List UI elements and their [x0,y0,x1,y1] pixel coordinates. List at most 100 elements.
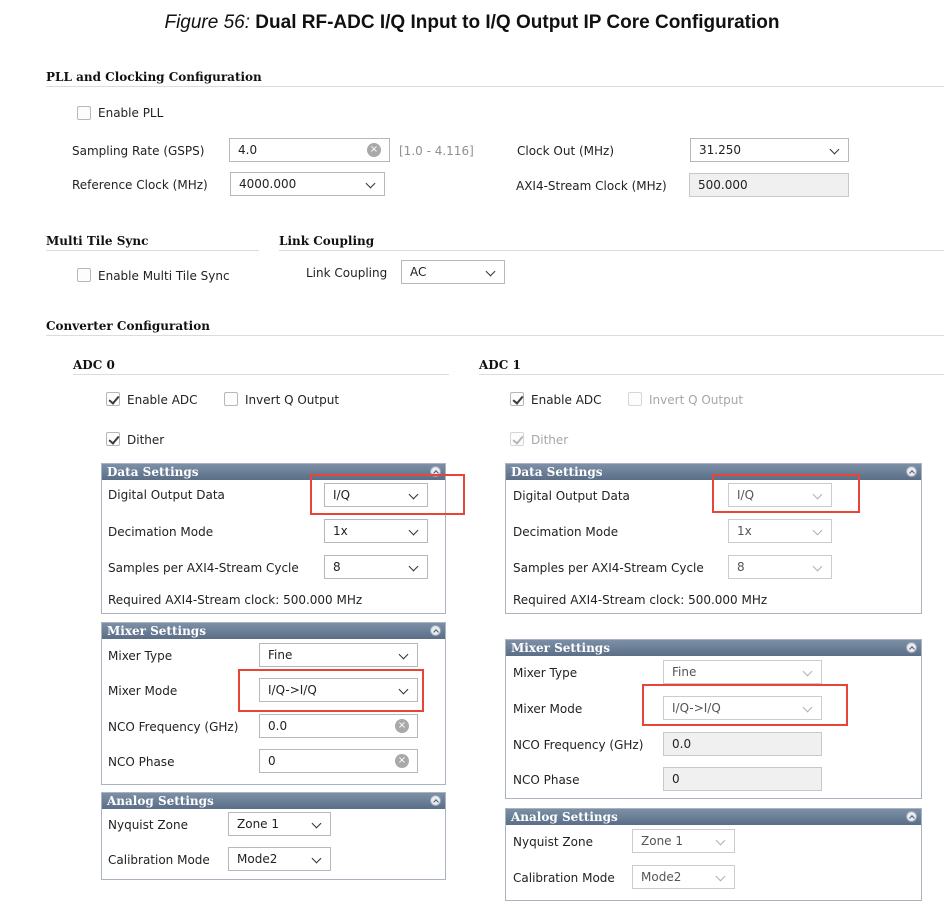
adc1-enable-checkbox[interactable] [510,392,524,406]
chevron-down-icon [398,649,409,660]
adc1-mixer-settings-header[interactable]: Mixer Settings [506,640,921,656]
chevron-down-icon [408,525,419,536]
adc1-samples-label: Samples per AXI4-Stream Cycle [513,561,704,575]
adc0-enable-label: Enable ADC [127,393,198,407]
adc1-data-settings-title: Data Settings [511,465,603,479]
adc1-nco-freq-value: 0.0 [672,737,692,751]
adc0-mixer-settings-header[interactable]: Mixer Settings [102,623,445,639]
mts-section-title: Multi Tile Sync [46,234,149,248]
adc0-required-clock: Required AXI4-Stream clock: 500.000 MHz [108,593,363,607]
sampling-rate-input[interactable]: 4.0 × [229,138,390,162]
collapse-icon[interactable] [430,795,441,806]
adc0-dither-checkbox[interactable] [106,432,120,446]
clear-icon[interactable]: × [395,719,409,733]
adc1-mixer-type-value: Fine [672,665,697,679]
sampling-rate-value: 4.0 [238,143,258,157]
chevron-down-icon [311,818,322,829]
adc0-calib-select[interactable]: Mode2 [228,847,331,871]
chevron-down-icon [365,178,376,189]
link-coupling-select[interactable]: AC [401,260,505,284]
adc0-mixer-type-select[interactable]: Fine [259,643,418,667]
ref-clock-value: 4000.000 [239,177,297,191]
converter-section-title: Converter Configuration [46,319,210,333]
adc0-output-label: Digital Output Data [108,488,225,502]
adc0-decimation-value: 1x [333,524,348,538]
adc0-nco-freq-input[interactable]: 0.0 × [259,714,418,738]
link-coupling-label: Link Coupling [306,266,388,280]
adc0-samples-select[interactable]: 8 [324,555,428,579]
collapse-icon[interactable] [906,642,917,653]
adc1-nyquist-value: Zone 1 [641,834,683,848]
adc0-title: ADC 0 [73,358,115,372]
adc1-nyquist-label: Nyquist Zone [513,835,593,849]
adc1-invert-checkbox[interactable] [628,392,642,406]
chevron-down-icon [485,266,496,277]
adc0-nco-phase-input[interactable]: 0 × [259,749,418,773]
sampling-rate-label: Sampling Rate (GSPS) [72,144,205,158]
adc0-analog-settings-header[interactable]: Analog Settings [102,793,445,809]
adc0-nco-phase-label: NCO Phase [108,755,175,769]
adc0-samples-label: Samples per AXI4-Stream Cycle [108,561,299,575]
adc1-nco-phase-value: 0 [672,772,680,786]
adc1-nyquist-select[interactable]: Zone 1 [632,829,735,853]
adc0-nyquist-value: Zone 1 [237,817,279,831]
enable-pll-label: Enable PLL [98,106,164,120]
axi-clock-field: 500.000 [689,173,849,197]
ref-clock-select[interactable]: 4000.000 [230,172,385,196]
figure-title: Dual RF-ADC I/Q Input to I/Q Output IP C… [255,12,780,33]
adc1-decimation-select[interactable]: 1x [728,519,832,543]
adc0-enable-checkbox[interactable] [106,392,120,406]
adc0-invert-checkbox[interactable] [224,392,238,406]
adc1-dither-checkbox[interactable] [510,432,524,446]
highlight-adc1-mixer-mode [642,684,848,726]
figure-number: Figure 56: [164,12,251,33]
enable-mts-label: Enable Multi Tile Sync [98,269,230,283]
ref-clock-label: Reference Clock (MHz) [72,178,208,192]
adc0-calib-value: Mode2 [237,852,278,866]
adc0-nco-phase-value: 0 [268,754,276,768]
adc1-nco-phase-field: 0 [663,767,822,791]
adc1-samples-select[interactable]: 8 [728,555,832,579]
clear-icon[interactable]: × [395,754,409,768]
adc0-calib-label: Calibration Mode [108,853,210,867]
link-coupling-value: AC [410,265,427,279]
chevron-down-icon [715,835,726,846]
chevron-down-icon [311,853,322,864]
enable-pll-checkbox[interactable] [77,106,91,120]
adc0-decimation-select[interactable]: 1x [324,519,428,543]
adc1-rule [479,374,944,375]
collapse-icon[interactable] [906,466,917,477]
enable-mts-checkbox[interactable] [77,268,91,282]
adc1-mixer-type-select[interactable]: Fine [663,660,822,684]
adc1-decimation-label: Decimation Mode [513,525,619,539]
adc0-samples-value: 8 [333,560,341,574]
adc1-analog-settings-header[interactable]: Analog Settings [506,809,921,825]
clear-icon[interactable]: × [367,143,381,157]
highlight-adc0-mixer-mode [238,669,424,712]
adc0-nyquist-label: Nyquist Zone [108,818,188,832]
adc0-nyquist-select[interactable]: Zone 1 [228,812,331,836]
adc1-mixer-settings-title: Mixer Settings [511,641,610,655]
collapse-icon[interactable] [906,811,917,822]
adc0-rule [73,374,449,375]
chevron-down-icon [829,144,840,155]
link-section-rule [279,250,944,251]
clock-out-select[interactable]: 31.250 [690,138,849,162]
chevron-down-icon [812,525,823,536]
collapse-icon[interactable] [430,625,441,636]
clock-out-label: Clock Out (MHz) [517,144,615,158]
adc1-calib-label: Calibration Mode [513,871,615,885]
adc0-mixer-mode-label: Mixer Mode [108,684,178,698]
chevron-down-icon [812,561,823,572]
mts-section-rule [46,250,259,251]
adc0-data-settings-title: Data Settings [107,465,199,479]
adc1-calib-select[interactable]: Mode2 [632,865,735,889]
adc1-title: ADC 1 [479,358,521,372]
pll-section-title: PLL and Clocking Configuration [46,70,262,84]
adc1-dither-label: Dither [531,433,569,447]
clock-out-value: 31.250 [699,143,741,157]
adc0-mixer-settings-title: Mixer Settings [107,624,206,638]
link-section-title: Link Coupling [279,234,375,248]
adc0-nco-freq-value: 0.0 [268,719,288,733]
adc1-output-label: Digital Output Data [513,489,630,503]
